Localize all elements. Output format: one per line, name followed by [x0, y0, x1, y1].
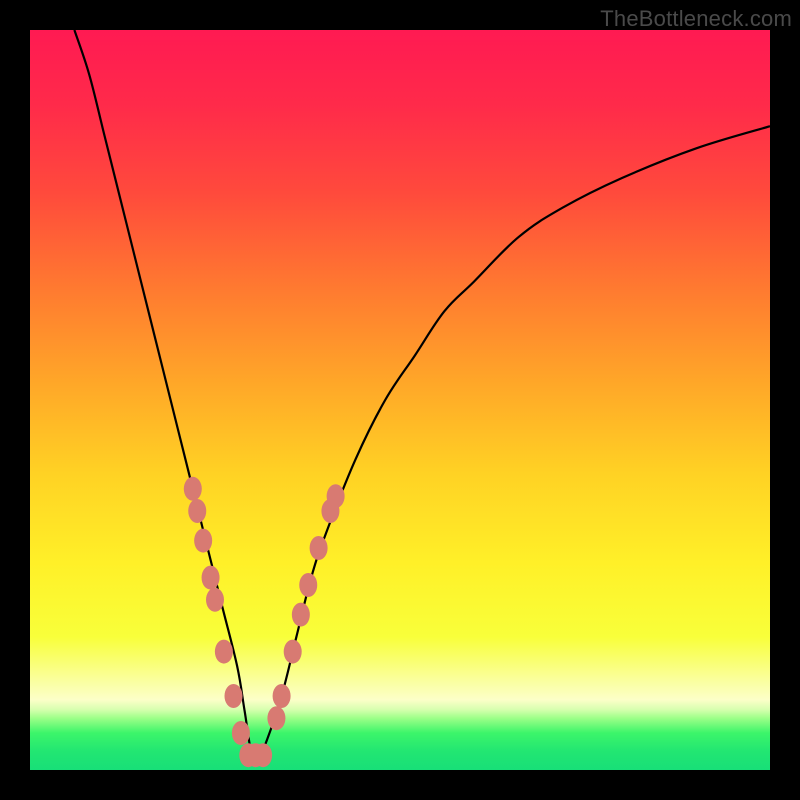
background-gradient	[30, 30, 770, 770]
chart-frame: TheBottleneck.com	[0, 0, 800, 800]
watermark-text: TheBottleneck.com	[600, 6, 792, 32]
plot-area	[30, 30, 770, 770]
